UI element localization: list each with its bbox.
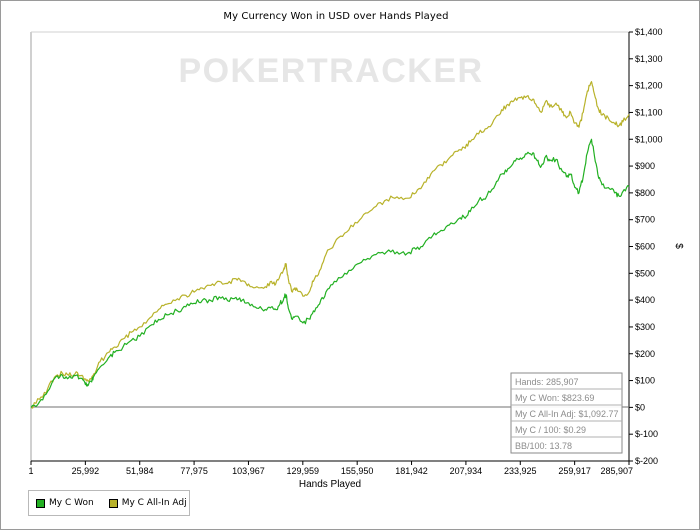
y-tick-label: $1,400 — [635, 27, 663, 37]
x-tick-label: 103,967 — [232, 466, 265, 476]
x-tick-label: 155,950 — [341, 466, 374, 476]
info-allin: My C All-In Adj: $1,092.77 — [515, 409, 619, 419]
x-tick-label: 77,975 — [180, 466, 208, 476]
y-tick-label: $300 — [635, 322, 655, 332]
y-tick-label: $-200 — [635, 456, 658, 466]
series-layer — [30, 81, 630, 409]
y-axis-ticks: $-200 $-100 $0 $100 $200 $300 $400 $500 $600 $700… — [629, 27, 663, 466]
info-hands: Hands: 285,907 — [515, 377, 579, 387]
y-tick-label: $1,300 — [635, 54, 663, 64]
info-bb-per-hundred: BB/100: 13.78 — [515, 441, 572, 451]
y-tick-label: $600 — [635, 242, 655, 252]
series-line-allin-adj — [30, 81, 630, 409]
watermark-text: POKERTRACKER — [178, 52, 483, 90]
x-tick-label: 25,992 — [72, 466, 100, 476]
y-tick-label: $400 — [635, 295, 655, 305]
info-won: My C Won: $823.69 — [515, 393, 594, 403]
y-tick-label: $700 — [635, 215, 655, 225]
info-per-hundred: My C / 100: $0.29 — [515, 425, 586, 435]
y-tick-label: $200 — [635, 349, 655, 359]
y-tick-label: $800 — [635, 188, 655, 198]
legend: My C Won My C All-In Adj — [28, 490, 190, 516]
x-axis-ticks: 1 25,992 51,984 77,975 103,967 129,959 155,950… — [28, 461, 633, 476]
x-tick-label: 233,925 — [504, 466, 537, 476]
chart-svg: POKERTRACKER 1 25,992 51,984 77,975 103,967 1… — [28, 27, 684, 490]
chart-window: My Currency Won in USD over Hands Played… — [0, 0, 700, 530]
y-tick-label: $900 — [635, 161, 655, 171]
x-axis-label: Hands Played — [299, 479, 361, 490]
watermark-layer: POKERTRACKER — [178, 52, 483, 90]
y-axis-label: $ — [673, 243, 684, 249]
x-tick-label: 285,907 — [600, 466, 633, 476]
legend-label-won: My C Won — [49, 498, 94, 508]
y-tick-label: $1,100 — [635, 107, 663, 117]
x-tick-label: 51,984 — [126, 466, 154, 476]
x-tick-label: 259,917 — [558, 466, 591, 476]
y-tick-label: $0 — [635, 402, 645, 412]
y-tick-label: $1,000 — [635, 134, 663, 144]
x-tick-label: 129,959 — [287, 466, 320, 476]
x-tick-label: 181,942 — [395, 466, 428, 476]
info-box: Hands: 285,907 My C Won: $823.69 My C Al… — [510, 372, 623, 454]
y-tick-label: $-100 — [635, 429, 658, 439]
x-tick-label: 1 — [28, 466, 33, 476]
x-tick-label: 207,934 — [450, 466, 483, 476]
series-line-won — [30, 138, 630, 408]
y-tick-label: $1,200 — [635, 81, 663, 91]
y-tick-label: $100 — [635, 376, 655, 386]
legend-item-won: My C Won — [36, 498, 94, 508]
legend-swatch-won — [36, 498, 45, 508]
legend-item-allin: My C All-In Adj — [108, 498, 187, 508]
legend-label-allin: My C All-In Adj — [121, 498, 187, 508]
y-tick-label: $500 — [635, 268, 655, 278]
legend-swatch-allin — [108, 498, 118, 508]
